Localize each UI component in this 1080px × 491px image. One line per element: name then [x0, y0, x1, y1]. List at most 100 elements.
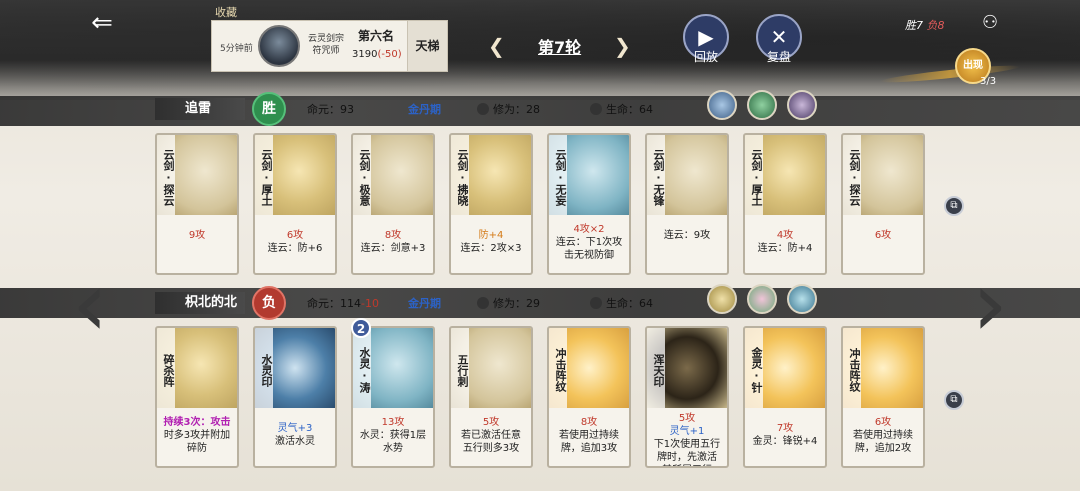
battle-card[interactable]: 水灵·涛 13攻 水灵：获得1层 水势 [351, 326, 435, 468]
battle-card[interactable]: 金灵·针 7攻金灵：锋锐+4 [743, 326, 827, 468]
big-chevron-right-icon[interactable]: › [960, 255, 1020, 355]
battle-card[interactable]: 浑天印 5攻灵气+1 下1次使用五行牌时，先激活其所属五行 [645, 326, 729, 468]
card-effect-line: 13攻 [381, 417, 405, 428]
card-effect-line: 5攻 [482, 417, 500, 428]
card-effect-line: 灵气+3 [277, 423, 313, 434]
hp-label: 生命： [606, 103, 639, 116]
hp-label: 生命： [606, 297, 639, 310]
companion-portrait-2[interactable] [747, 284, 777, 314]
realm-label: 金丹期 [408, 297, 441, 310]
card-description: 6攻 连云：防+6 [255, 217, 335, 273]
card-description: 5攻灵气+1 下1次使用五行牌时，先激活其所属五行 [647, 410, 727, 466]
life-core-label: 命元： [307, 103, 340, 116]
companion-portrait-2[interactable] [747, 90, 777, 120]
result-badge: 负 [252, 286, 286, 320]
card-effect-line: 时多3攻并附加 [163, 430, 231, 441]
cultivation-value: 29 [526, 297, 540, 310]
card-name: 云剑·探云 [843, 135, 861, 215]
battle-card[interactable]: 云剑·拂晓 防+4 连云：2攻×3 [449, 133, 533, 275]
card-name: 云剑·极意 [353, 135, 371, 215]
player-2-cards: 碎杀阵 持续3次：攻击 时多3攻并附加 碎防 水灵印 灵气+3 激活水灵 水灵·涛 13攻 水灵：… [155, 318, 935, 468]
recent-match-card[interactable]: 5分钟前 云灵剑宗 符咒师 第六名 3190(-50) 天梯 [211, 20, 448, 72]
collect-label[interactable]: 收藏 [215, 4, 237, 20]
battle-card[interactable]: 云剑·极意 8攻连云：剑意+3 [351, 133, 435, 275]
card-effect-line: 6攻 [286, 230, 304, 241]
companion-portrait-1[interactable] [707, 284, 737, 314]
battle-card[interactable]: 云剑·无锋连云：9攻 [645, 133, 729, 275]
card-name: 云剑·无锋 [647, 135, 665, 215]
score-delta: (-50) [377, 49, 402, 60]
battle-card[interactable]: 五行刺 5攻 若已激活任意 五行则多3攻 [449, 326, 533, 468]
card-effect-line: 连云：剑意+3 [360, 243, 426, 254]
card-effect-line: 若使用过持续 [853, 430, 913, 441]
card-effect-line: 9攻 [188, 230, 206, 241]
card-effect-line: 持续3次：攻击 [163, 417, 231, 428]
card-description: 灵气+3 激活水灵 [255, 410, 335, 466]
card-effect-line: 5攻 [678, 413, 696, 424]
card-name: 金灵·针 [745, 328, 763, 408]
hp-stat: 生命：64 [590, 101, 653, 117]
card-effect-line: 牌，追加3攻 [560, 443, 618, 454]
battle-card[interactable]: 水灵印 灵气+3 激活水灵 [253, 326, 337, 468]
companion-portrait-3[interactable] [787, 90, 817, 120]
sect-label: 云灵剑宗 符咒师 [304, 33, 348, 57]
cultivation-value: 28 [526, 103, 540, 116]
card-description: 5攻 若已激活任意 五行则多3攻 [451, 410, 531, 466]
battle-card[interactable]: 云剑·无妄 4攻×2 连云：下1次攻 击无视防御 [547, 133, 631, 275]
battle-card[interactable]: 碎杀阵 持续3次：攻击 时多3攻并附加 碎防 [155, 326, 239, 468]
life-core-stat: 命元：114-10 [307, 295, 379, 311]
chevron-right-icon[interactable]: ❯ [614, 34, 631, 58]
battle-card[interactable]: 冲击阵纹 6攻 若使用过持续 牌，追加2攻 [841, 326, 925, 468]
chevron-left-icon[interactable]: ❮ [488, 34, 505, 58]
cultivation-label: 修为： [493, 103, 526, 116]
card-effect-line: 6攻 [874, 230, 892, 241]
hp-stat: 生命：64 [590, 295, 653, 311]
battle-card[interactable]: 云剑·探云 9攻 [155, 133, 239, 275]
avatar [258, 25, 300, 67]
card-name: 水灵·涛 [353, 328, 371, 408]
round-title: 第7轮 [538, 38, 582, 57]
card-effect-line: 激活水灵 [275, 436, 315, 447]
card-effect-line: 连云：防+4 [757, 243, 813, 254]
replay-label[interactable]: 回放 [681, 48, 731, 65]
life-core-stat: 命元：93 [307, 101, 354, 117]
cultivation-stat: 修为：29 [477, 295, 540, 311]
mode-badge: 天梯 [407, 21, 447, 71]
review-label[interactable]: 复盘 [754, 48, 804, 65]
card-name: 云剑·厚土 [745, 135, 763, 215]
card-description: 8攻连云：剑意+3 [353, 217, 433, 273]
player-row-2: 枳北的北 负 命元：114-10 金丹期 修为：29 生命：64 [155, 284, 1005, 320]
back-arrow-icon[interactable]: ⇐ [82, 10, 122, 36]
card-effect-line: 灵气+1 [669, 426, 705, 437]
big-chevron-left-icon[interactable]: ‹ [60, 255, 120, 355]
companion-portrait-1[interactable] [707, 90, 737, 120]
battle-card[interactable]: 云剑·探云 6攻 [841, 133, 925, 275]
round-navigator: ❮ 第7轮 ❯ [488, 34, 636, 58]
card-effect-line: 若使用过持续 [559, 430, 619, 441]
card-description: 连云：9攻 [647, 217, 727, 273]
card-name: 云剑·无妄 [549, 135, 567, 215]
card-detail-icon[interactable]: ⧉ [944, 390, 964, 410]
player-row-1: 追雷 胜 命元：93 金丹期 修为：28 生命：64 [155, 90, 1005, 126]
card-effect-line: 牌时，先激活 [657, 452, 717, 463]
card-description: 7攻金灵：锋锐+4 [745, 410, 825, 466]
battle-card[interactable]: 冲击阵纹 8攻 若使用过持续 牌，追加3攻 [547, 326, 631, 468]
card-description: 6攻 若使用过持续 牌，追加2攻 [843, 410, 923, 466]
card-effect-line: 连云：下1次攻 [555, 237, 623, 248]
card-effect-line: 水灵：获得1层 [359, 430, 427, 441]
card-name: 冲击阵纹 [843, 328, 861, 408]
battle-card[interactable]: 云剑·厚土 6攻 连云：防+6 [253, 133, 337, 275]
card-detail-icon[interactable]: ⧉ [944, 196, 964, 216]
card-name: 碎杀阵 [157, 328, 175, 408]
share-icon[interactable]: ⚇ [982, 12, 998, 33]
card-effect-line: 金灵：锋锐+4 [752, 436, 818, 447]
cultivation-label: 修为： [493, 297, 526, 310]
battle-card[interactable]: 云剑·厚土 4攻 连云：防+4 [743, 133, 827, 275]
life-core-label: 命元： [307, 297, 340, 310]
card-effect-line: 6攻 [874, 417, 892, 428]
card-effect-line: 防+4 [478, 230, 504, 241]
companion-portrait-3[interactable] [787, 284, 817, 314]
card-effect-line: 7攻 [776, 423, 794, 434]
player-1-cards: 云剑·探云 9攻 云剑·厚土 6攻 连云：防+6 云剑·极意 8攻 连云：剑意+3 云剑·拂晓防… [155, 133, 935, 275]
card-effect-line: 8攻 [384, 230, 402, 241]
